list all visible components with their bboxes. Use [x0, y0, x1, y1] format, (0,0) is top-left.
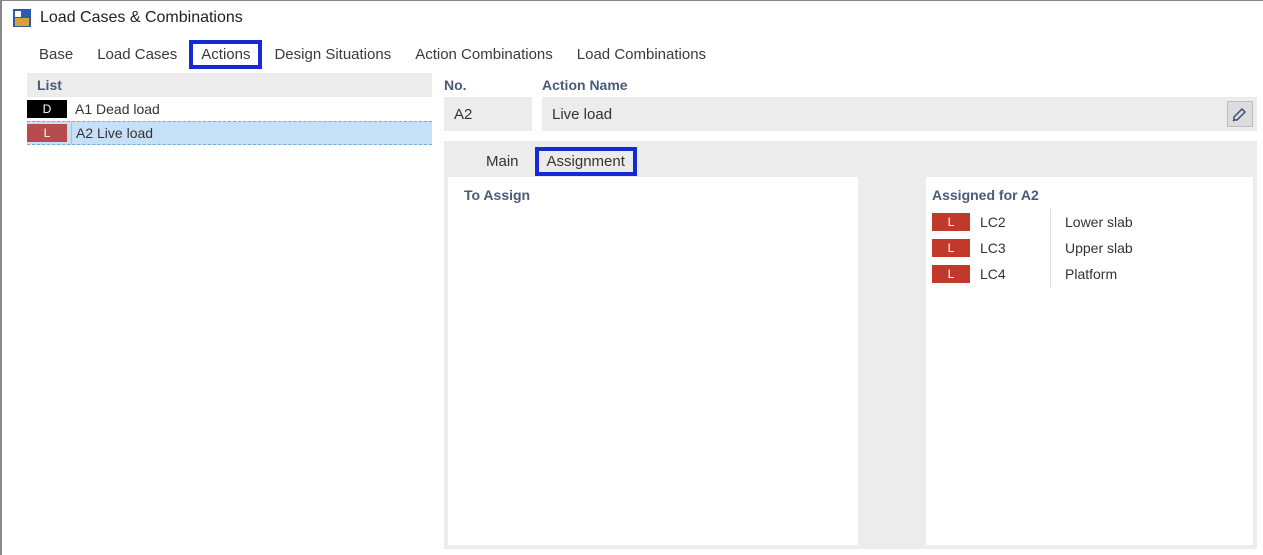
tab-actions[interactable]: Actions: [189, 40, 262, 69]
list-item-a1[interactable]: D A1 Dead load: [27, 97, 432, 121]
detail-header-row: No. A2 Action Name Live load: [444, 73, 1257, 131]
tab-action-combinations[interactable]: Action Combinations: [403, 40, 565, 69]
assigned-list: L LC2 Lower slab L LC3 Upper slab L LC4: [926, 205, 1253, 287]
name-label: Action Name: [542, 73, 1257, 93]
tab-load-cases[interactable]: Load Cases: [85, 40, 189, 69]
name-value-field[interactable]: Live load: [542, 97, 1257, 131]
body-area: List D A1 Dead load L A2 Live load No. A…: [2, 73, 1263, 555]
window-title: Load Cases & Combinations: [40, 9, 243, 27]
pencil-icon: [1232, 106, 1248, 122]
tab-load-combinations[interactable]: Load Combinations: [565, 40, 718, 69]
detail-subtabs: Main Assignment: [444, 141, 1257, 177]
assigned-desc: Lower slab: [1065, 214, 1133, 230]
subtab-assignment[interactable]: Assignment: [535, 147, 637, 176]
edit-name-button[interactable]: [1227, 101, 1253, 127]
list-panel: List D A1 Dead load L A2 Live load: [27, 73, 432, 549]
badge-live-icon: L: [932, 239, 970, 257]
no-label: No.: [444, 73, 532, 93]
assigned-code: LC3: [980, 240, 1050, 256]
assigned-desc: Platform: [1065, 266, 1117, 282]
assigned-row-lc2[interactable]: L LC2 Lower slab: [926, 209, 1253, 235]
name-block: Action Name Live load: [542, 73, 1257, 131]
assign-gap: [862, 177, 922, 545]
tab-base[interactable]: Base: [27, 40, 85, 69]
app-window: Load Cases & Combinations Base Load Case…: [0, 0, 1263, 555]
app-icon: [12, 8, 32, 28]
badge-live-icon: L: [932, 265, 970, 283]
assigned-row-lc4[interactable]: L LC4 Platform: [926, 261, 1253, 287]
to-assign-header: To Assign: [448, 177, 858, 205]
assignment-area: To Assign Assigned for A2 L LC2 Lower sl…: [444, 177, 1257, 549]
main-tabs: Base Load Cases Actions Design Situation…: [2, 35, 1263, 73]
assigned-row-lc3[interactable]: L LC3 Upper slab: [926, 235, 1253, 261]
list-header: List: [27, 73, 432, 97]
no-value: A2: [444, 97, 532, 131]
assigned-desc: Upper slab: [1065, 240, 1133, 256]
detail-panel: No. A2 Action Name Live load: [444, 73, 1257, 549]
badge-live-icon: L: [27, 124, 67, 142]
subtab-main[interactable]: Main: [474, 147, 531, 176]
list-item-label: A2 Live load: [72, 125, 153, 141]
badge-live-icon: L: [932, 213, 970, 231]
to-assign-panel: To Assign: [448, 177, 858, 545]
title-bar: Load Cases & Combinations: [2, 1, 1263, 35]
list-item-a2[interactable]: L A2 Live load: [27, 121, 432, 145]
tab-design-situations[interactable]: Design Situations: [262, 40, 403, 69]
assigned-code: LC4: [980, 266, 1050, 282]
list-body: D A1 Dead load L A2 Live load: [27, 97, 432, 549]
assigned-code: LC2: [980, 214, 1050, 230]
name-value-text: Live load: [552, 106, 612, 123]
list-item-label: A1 Dead load: [71, 101, 160, 117]
assigned-header: Assigned for A2: [926, 177, 1253, 205]
assigned-panel: Assigned for A2 L LC2 Lower slab L LC3 U…: [926, 177, 1253, 545]
badge-dead-icon: D: [27, 100, 67, 118]
no-block: No. A2: [444, 73, 532, 131]
